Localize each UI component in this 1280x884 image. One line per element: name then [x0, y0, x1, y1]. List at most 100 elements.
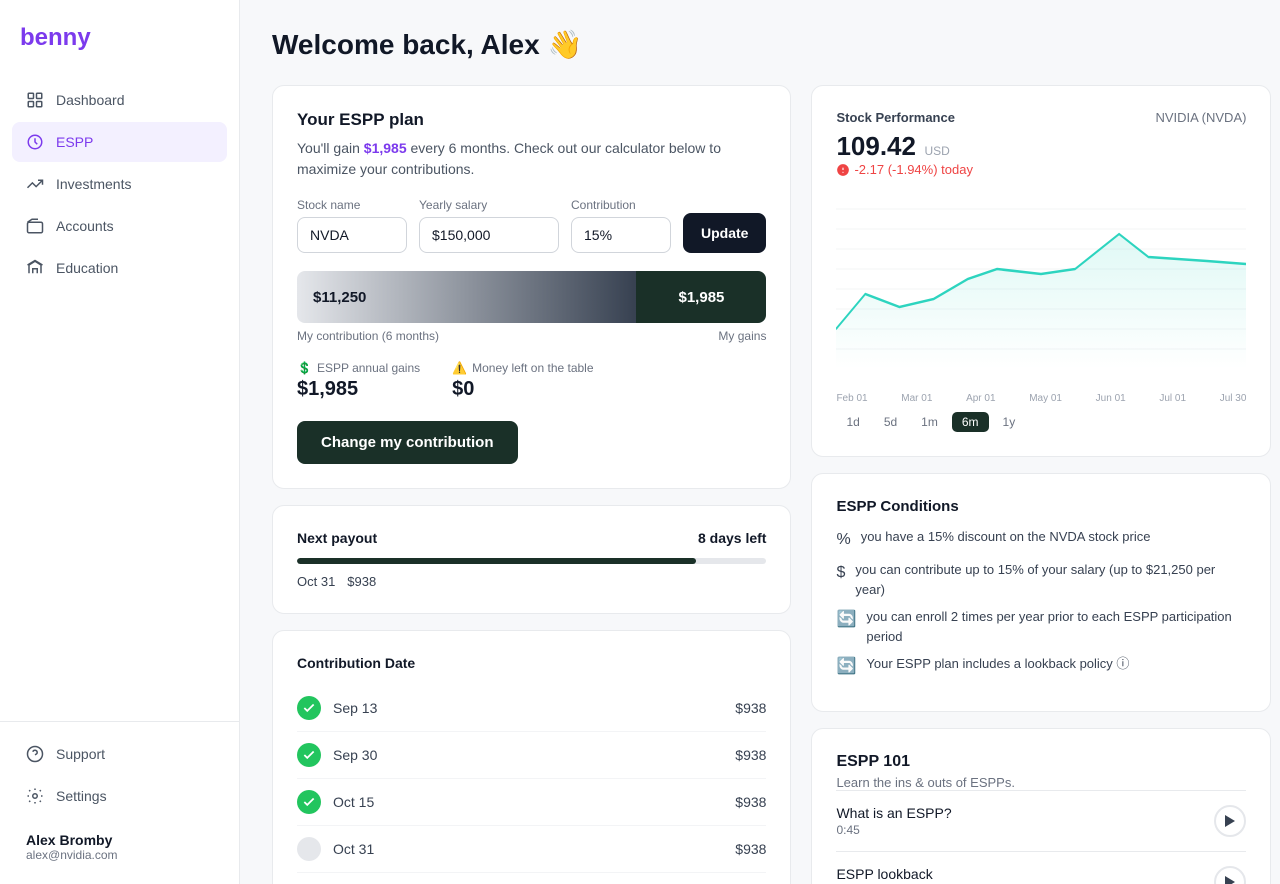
condition-1: $ you can contribute up to 15% of your s… [836, 560, 1246, 599]
espp-101-card: ESPP 101 Learn the ins & outs of ESPPs. … [811, 728, 1271, 884]
espp-plan-description: You'll gain $1,985 every 6 months. Check… [297, 138, 766, 180]
sidebar-item-dashboard[interactable]: Dashboard [12, 80, 227, 120]
user-name: Alex Bromby [26, 832, 213, 848]
espp-101-desc: Learn the ins & outs of ESPPs. [836, 775, 1246, 790]
time-filter-6m[interactable]: 6m [952, 412, 989, 432]
sidebar-item-accounts[interactable]: Accounts [12, 206, 227, 246]
page-title: Welcome back, Alex 👋 [272, 28, 1248, 61]
date-amount-3: $938 [735, 841, 766, 857]
time-filter-1m[interactable]: 1m [911, 412, 948, 432]
metric-annual-gains-value: $1,985 [297, 378, 420, 401]
contribution-bar: $11,250 $1,985 [297, 271, 766, 323]
sidebar-item-investments[interactable]: Investments [12, 164, 227, 204]
payout-detail: Oct 31 $938 [297, 574, 766, 589]
stock-header: Stock Performance NVIDIA (NVDA) [836, 110, 1246, 125]
espp-conditions-title: ESPP Conditions [836, 498, 1246, 515]
metric-money-left-label: ⚠️ Money left on the table [452, 361, 593, 375]
espp-conditions-card: ESPP Conditions % you have a 15% discoun… [811, 473, 1271, 712]
condition-0: % you have a 15% discount on the NVDA st… [836, 527, 1246, 552]
play-icon [1224, 875, 1236, 884]
contribution-label: Contribution [571, 198, 671, 212]
time-filter-1y[interactable]: 1y [993, 412, 1026, 432]
yearly-salary-input[interactable] [419, 217, 559, 253]
days-left-badge: 8 days left [698, 530, 766, 546]
contribution-dates-card: Contribution Date Sep 13 $938 [272, 630, 791, 884]
lookback-icon: 🔄 [836, 655, 856, 679]
stock-performance-card: Stock Performance NVIDIA (NVDA) 109.42 U… [811, 85, 1271, 457]
date-amount-1: $938 [735, 747, 766, 763]
video-info-1: ESPP lookback 1:12 [836, 866, 932, 884]
yearly-salary-label: Yearly salary [419, 198, 559, 212]
payout-date: Oct 31 [297, 574, 335, 589]
stock-name-input[interactable] [297, 217, 407, 253]
contribution-input[interactable] [571, 217, 671, 253]
time-filter-5d[interactable]: 5d [874, 412, 907, 432]
stock-price-row: 109.42 USD [836, 131, 1246, 162]
warning-icon [836, 163, 850, 177]
condition-3: 🔄 Your ESPP plan includes a lookback pol… [836, 654, 1246, 679]
dashboard-icon [26, 91, 44, 109]
chart-time-filters: 1d 5d 1m 6m 1y [836, 412, 1246, 432]
logo[interactable]: benny [0, 0, 239, 72]
chart-svg [836, 189, 1246, 369]
espp-icon [26, 133, 44, 151]
bar-right-label: My gains [718, 329, 766, 343]
play-button-1[interactable] [1214, 866, 1246, 884]
date-row-4: Nov 15 $938 [297, 873, 766, 884]
stock-performance-title: Stock Performance [836, 110, 955, 125]
stock-name-group: Stock name [297, 198, 407, 253]
sidebar-item-settings[interactable]: Settings [12, 776, 227, 816]
sidebar-nav: Dashboard ESPP Investments Accounts Educ… [0, 72, 239, 721]
check-done-0 [297, 696, 321, 720]
stock-company: NVIDIA (NVDA) [1155, 110, 1246, 125]
sidebar-item-education[interactable]: Education [12, 248, 227, 288]
video-info-0: What is an ESPP? 0:45 [836, 805, 951, 837]
cycle-icon: 🔄 [836, 608, 856, 632]
change-contribution-button[interactable]: Change my contribution [297, 421, 518, 464]
yearly-salary-group: Yearly salary [419, 198, 559, 253]
video-row-1: ESPP lookback 1:12 [836, 851, 1246, 884]
stock-price: 109.42 [836, 131, 916, 161]
stock-currency: USD [924, 144, 949, 158]
progress-bar-fill [297, 558, 696, 564]
progress-bar [297, 558, 766, 564]
date-label-2: Oct 15 [333, 794, 374, 810]
sidebar-item-label: Settings [56, 788, 107, 804]
checkmark-icon [302, 748, 316, 762]
metric-money-left: ⚠️ Money left on the table $0 [452, 361, 593, 401]
next-payout-header: Next payout 8 days left [297, 530, 766, 546]
bar-labels: My contribution (6 months) My gains [297, 329, 766, 343]
date-label-0: Sep 13 [333, 700, 377, 716]
condition-2: 🔄 you can enroll 2 times per year prior … [836, 607, 1246, 646]
sidebar-item-espp[interactable]: ESPP [12, 122, 227, 162]
sidebar-item-label: Investments [56, 176, 131, 192]
espp-101-title: ESPP 101 [836, 753, 1246, 771]
update-button[interactable]: Update [683, 213, 766, 253]
user-profile: Alex Bromby alex@nvidia.com [12, 818, 227, 872]
video-title-1: ESPP lookback [836, 866, 932, 882]
date-row-2: Oct 15 $938 [297, 779, 766, 826]
main-content: Welcome back, Alex 👋 Your ESPP plan You'… [240, 0, 1280, 884]
checkmark-icon [302, 701, 316, 715]
time-filter-1d[interactable]: 1d [836, 412, 869, 432]
accounts-icon [26, 217, 44, 235]
metric-money-left-value: $0 [452, 378, 593, 401]
contribution-left-value: $11,250 [297, 271, 636, 323]
metric-annual-gains: 💲 ESPP annual gains $1,985 [297, 361, 420, 401]
play-icon [1224, 814, 1236, 828]
date-label-1: Sep 30 [333, 747, 377, 763]
next-payout-title: Next payout [297, 530, 377, 546]
sidebar-item-support[interactable]: Support [12, 734, 227, 774]
sidebar-item-label: Support [56, 746, 105, 762]
stock-chart [836, 189, 1246, 389]
stock-change: -2.17 (-1.94%) today [836, 162, 1246, 177]
user-email: alex@nvidia.com [26, 848, 213, 862]
play-button-0[interactable] [1214, 805, 1246, 837]
contribution-right-value: $1,985 [636, 271, 766, 323]
content-grid: Your ESPP plan You'll gain $1,985 every … [272, 85, 1248, 884]
dollar-icon: $ [836, 561, 845, 585]
date-row-0: Sep 13 $938 [297, 685, 766, 732]
next-payout-card: Next payout 8 days left Oct 31 $938 [272, 505, 791, 614]
left-column: Your ESPP plan You'll gain $1,985 every … [272, 85, 791, 884]
investments-icon [26, 175, 44, 193]
